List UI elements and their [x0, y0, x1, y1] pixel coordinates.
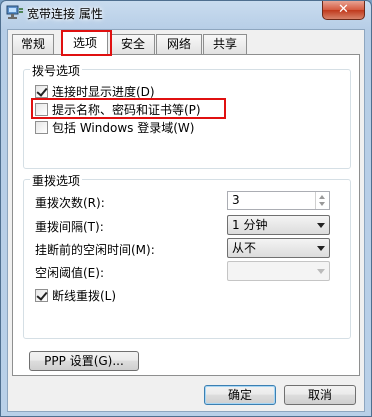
- ppp-settings-label: PPP 设置(G)...: [44, 354, 124, 368]
- tab-sharing[interactable]: 共享: [203, 34, 247, 54]
- tab-label: 共享: [212, 37, 237, 51]
- tab-security[interactable]: 安全: [111, 34, 155, 54]
- options-tab-panel: 拨号选项 连接时显示进度(D) 提示名称、密码和证书等(P) 包括 Window…: [12, 54, 360, 376]
- tab-networking[interactable]: 网络: [156, 34, 202, 54]
- idle-time-value: 从不: [232, 241, 257, 255]
- redial-interval-select[interactable]: 1 分钟: [227, 215, 330, 235]
- redial-interval-label: 重拨间隔(T):: [35, 220, 104, 234]
- network-connection-icon: [6, 4, 24, 20]
- redial-interval-value: 1 分钟: [232, 218, 268, 232]
- highlight-frame: [31, 98, 226, 119]
- cancel-label: 取消: [307, 388, 332, 402]
- title-bar[interactable]: 宽带连接 属性 ✕: [1, 1, 371, 27]
- include-domain-label[interactable]: 包括 Windows 登录域(W): [52, 119, 194, 136]
- idle-time-select[interactable]: 从不: [227, 238, 330, 258]
- tab-label: 安全: [120, 37, 145, 51]
- stepper-arrows[interactable]: [315, 192, 329, 209]
- close-button[interactable]: ✕: [322, 1, 365, 20]
- dropdown-arrow-icon: [317, 246, 325, 251]
- ppp-settings-button[interactable]: PPP 设置(G)...: [29, 351, 139, 371]
- tab-highlight-frame: [61, 30, 112, 56]
- properties-window: 宽带连接 属性 ✕ 常规 选项 安全 网络 共享 拨号选项 连接时显示进度(D): [0, 0, 372, 417]
- tab-label: 网络: [166, 37, 191, 51]
- redial-if-dropped-checkbox[interactable]: [35, 289, 48, 302]
- close-icon: ✕: [338, 2, 349, 17]
- idle-time-label: 挂断前的空闲时间(M):: [35, 243, 155, 257]
- redial-if-dropped-label[interactable]: 断线重拨(L): [52, 287, 116, 304]
- dropdown-arrow-icon: [317, 223, 325, 228]
- tab-label: 常规: [20, 37, 45, 51]
- redial-attempts-stepper[interactable]: 3: [227, 191, 330, 210]
- window-title: 宽带连接 属性: [27, 7, 103, 21]
- ok-button[interactable]: 确定: [204, 385, 276, 405]
- idle-threshold-select[interactable]: [227, 261, 330, 281]
- redial-attempts-label: 重拨次数(R):: [35, 196, 105, 210]
- ok-label: 确定: [227, 388, 252, 402]
- group-label: 拨号选项: [30, 62, 83, 79]
- cancel-button[interactable]: 取消: [284, 385, 356, 405]
- show-progress-checkbox[interactable]: [35, 85, 48, 98]
- redial-attempts-value: 3: [232, 193, 240, 207]
- dropdown-arrow-icon: [317, 269, 325, 274]
- group-label: 重拨选项: [30, 172, 83, 189]
- tab-general[interactable]: 常规: [12, 34, 54, 54]
- chevron-up-icon[interactable]: [319, 195, 325, 199]
- chevron-down-icon[interactable]: [319, 202, 325, 206]
- idle-threshold-label: 空闲阈值(E):: [35, 266, 104, 280]
- dialog-client-area: 常规 选项 安全 网络 共享 拨号选项 连接时显示进度(D) 提示名称、密码和证…: [7, 29, 365, 412]
- include-domain-checkbox[interactable]: [35, 121, 48, 134]
